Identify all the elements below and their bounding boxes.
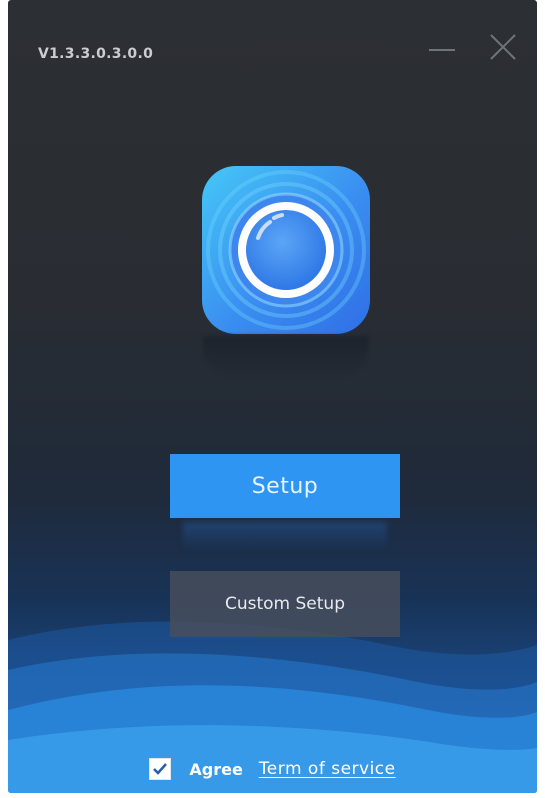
custom-setup-button[interactable]: Custom Setup bbox=[170, 571, 400, 637]
agree-label: Agree bbox=[189, 759, 243, 779]
minimize-button[interactable] bbox=[425, 30, 459, 64]
close-icon bbox=[490, 34, 516, 60]
installer-window: V1.3.3.0.3.0.0 Setup Custom Setup Agree … bbox=[8, 0, 537, 793]
version-label: V1.3.3.0.3.0.0 bbox=[38, 46, 154, 62]
close-button[interactable] bbox=[486, 30, 520, 64]
logo-reflection bbox=[203, 336, 369, 376]
minimize-icon bbox=[429, 49, 455, 51]
setup-button[interactable]: Setup bbox=[170, 454, 400, 518]
setup-button-reflection bbox=[183, 522, 387, 550]
agree-checkbox[interactable] bbox=[149, 758, 172, 780]
app-logo bbox=[198, 162, 374, 338]
terms-of-service-link[interactable]: Term of service bbox=[259, 759, 396, 779]
camera-lens-icon bbox=[202, 166, 370, 334]
checkmark-icon bbox=[153, 763, 168, 775]
agreement-row: Agree Term of service bbox=[8, 752, 537, 786]
